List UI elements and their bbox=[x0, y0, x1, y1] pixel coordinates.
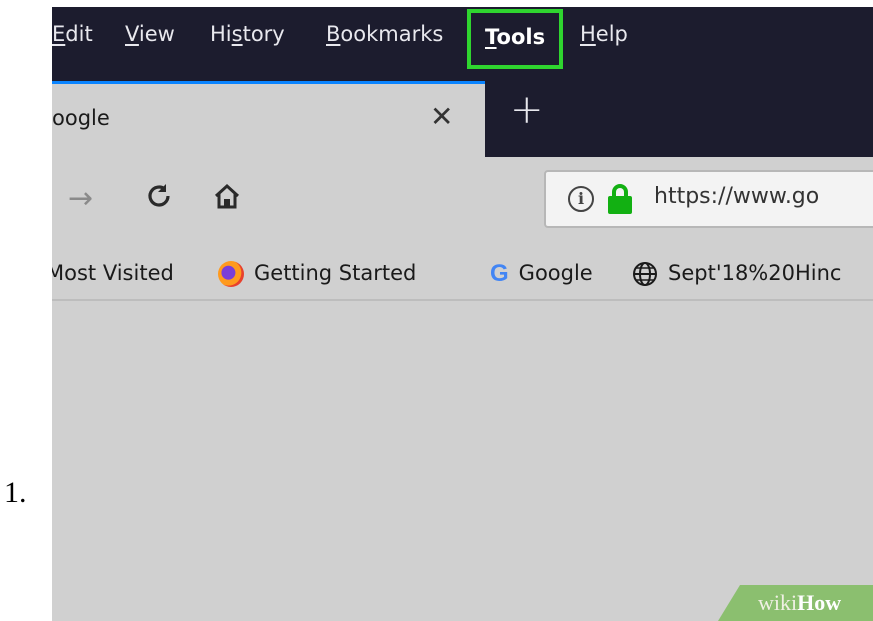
reload-icon-svg bbox=[148, 184, 170, 207]
menu-edit-label: dit bbox=[65, 22, 93, 46]
menu-history[interactable]: History bbox=[210, 18, 285, 54]
watermark-wiki: wiki bbox=[758, 590, 798, 615]
menu-edit[interactable]: Edit bbox=[52, 18, 93, 54]
watermark-how: How bbox=[797, 590, 842, 615]
tab-google[interactable]: oogle ✕ bbox=[52, 81, 485, 157]
bookmark-google[interactable]: G Google bbox=[490, 257, 593, 289]
info-icon[interactable]: i bbox=[568, 186, 594, 212]
menu-bookmarks-label: ookmarks bbox=[340, 22, 444, 46]
menu-tools-label: ools bbox=[496, 25, 546, 49]
browser-screenshot: Edit View History Bookmarks Tools Help o… bbox=[52, 7, 873, 621]
menu-bookmarks-accel: B bbox=[326, 22, 341, 46]
home-icon[interactable] bbox=[212, 181, 242, 219]
menu-bookmarks[interactable]: Bookmarks bbox=[326, 18, 443, 54]
firefox-icon bbox=[218, 261, 244, 287]
tab-title: oogle bbox=[52, 106, 110, 130]
step-number: 1. bbox=[4, 476, 27, 509]
bookmark-most-visited[interactable]: Most Visited bbox=[52, 257, 174, 289]
new-tab-icon[interactable]: + bbox=[510, 87, 544, 133]
menu-history-accel: s bbox=[231, 22, 243, 46]
url-text[interactable]: https://www.go bbox=[654, 184, 819, 209]
nav-toolbar: → i https://www.go bbox=[52, 157, 873, 247]
tab-strip: oogle ✕ + bbox=[52, 81, 873, 157]
lock-icon[interactable] bbox=[608, 184, 632, 214]
bookmark-sept[interactable]: Sept'18%20Hinc bbox=[632, 257, 841, 289]
menu-help[interactable]: Help bbox=[580, 18, 628, 54]
bookmark-label: Sept'18%20Hinc bbox=[668, 261, 842, 285]
menu-view-label: iew bbox=[138, 22, 175, 46]
toolbar-divider bbox=[52, 299, 873, 301]
bookmark-getting-started[interactable]: Getting Started bbox=[218, 257, 416, 289]
reload-icon[interactable] bbox=[144, 181, 174, 219]
menu-view-accel: V bbox=[125, 22, 139, 46]
home-icon-svg bbox=[214, 183, 240, 209]
wikihow-watermark: wikiHow bbox=[718, 585, 873, 621]
url-bar[interactable]: i https://www.go bbox=[544, 170, 873, 228]
arrow-right-icon[interactable]: → bbox=[68, 181, 93, 216]
bookmark-label: Most Visited bbox=[52, 261, 174, 285]
bookmark-label: Google bbox=[518, 261, 593, 285]
menu-edit-accel: E bbox=[52, 22, 66, 46]
menu-bar: Edit View History Bookmarks Tools Help bbox=[52, 7, 873, 81]
menu-history-pre: Hi bbox=[210, 22, 232, 46]
menu-help-accel: H bbox=[580, 22, 596, 46]
close-tab-icon[interactable]: ✕ bbox=[430, 100, 453, 133]
globe-icon bbox=[633, 262, 657, 286]
menu-tools[interactable]: Tools bbox=[467, 9, 564, 69]
bookmarks-bar: Most Visited Getting Started G Google Sep… bbox=[52, 247, 873, 299]
google-g-icon: G bbox=[490, 260, 509, 287]
menu-tools-accel: T bbox=[485, 25, 497, 49]
menu-history-label: tory bbox=[242, 22, 285, 46]
menu-help-label: elp bbox=[595, 22, 628, 46]
menu-view[interactable]: View bbox=[125, 18, 175, 54]
bookmark-label: Getting Started bbox=[254, 261, 417, 285]
